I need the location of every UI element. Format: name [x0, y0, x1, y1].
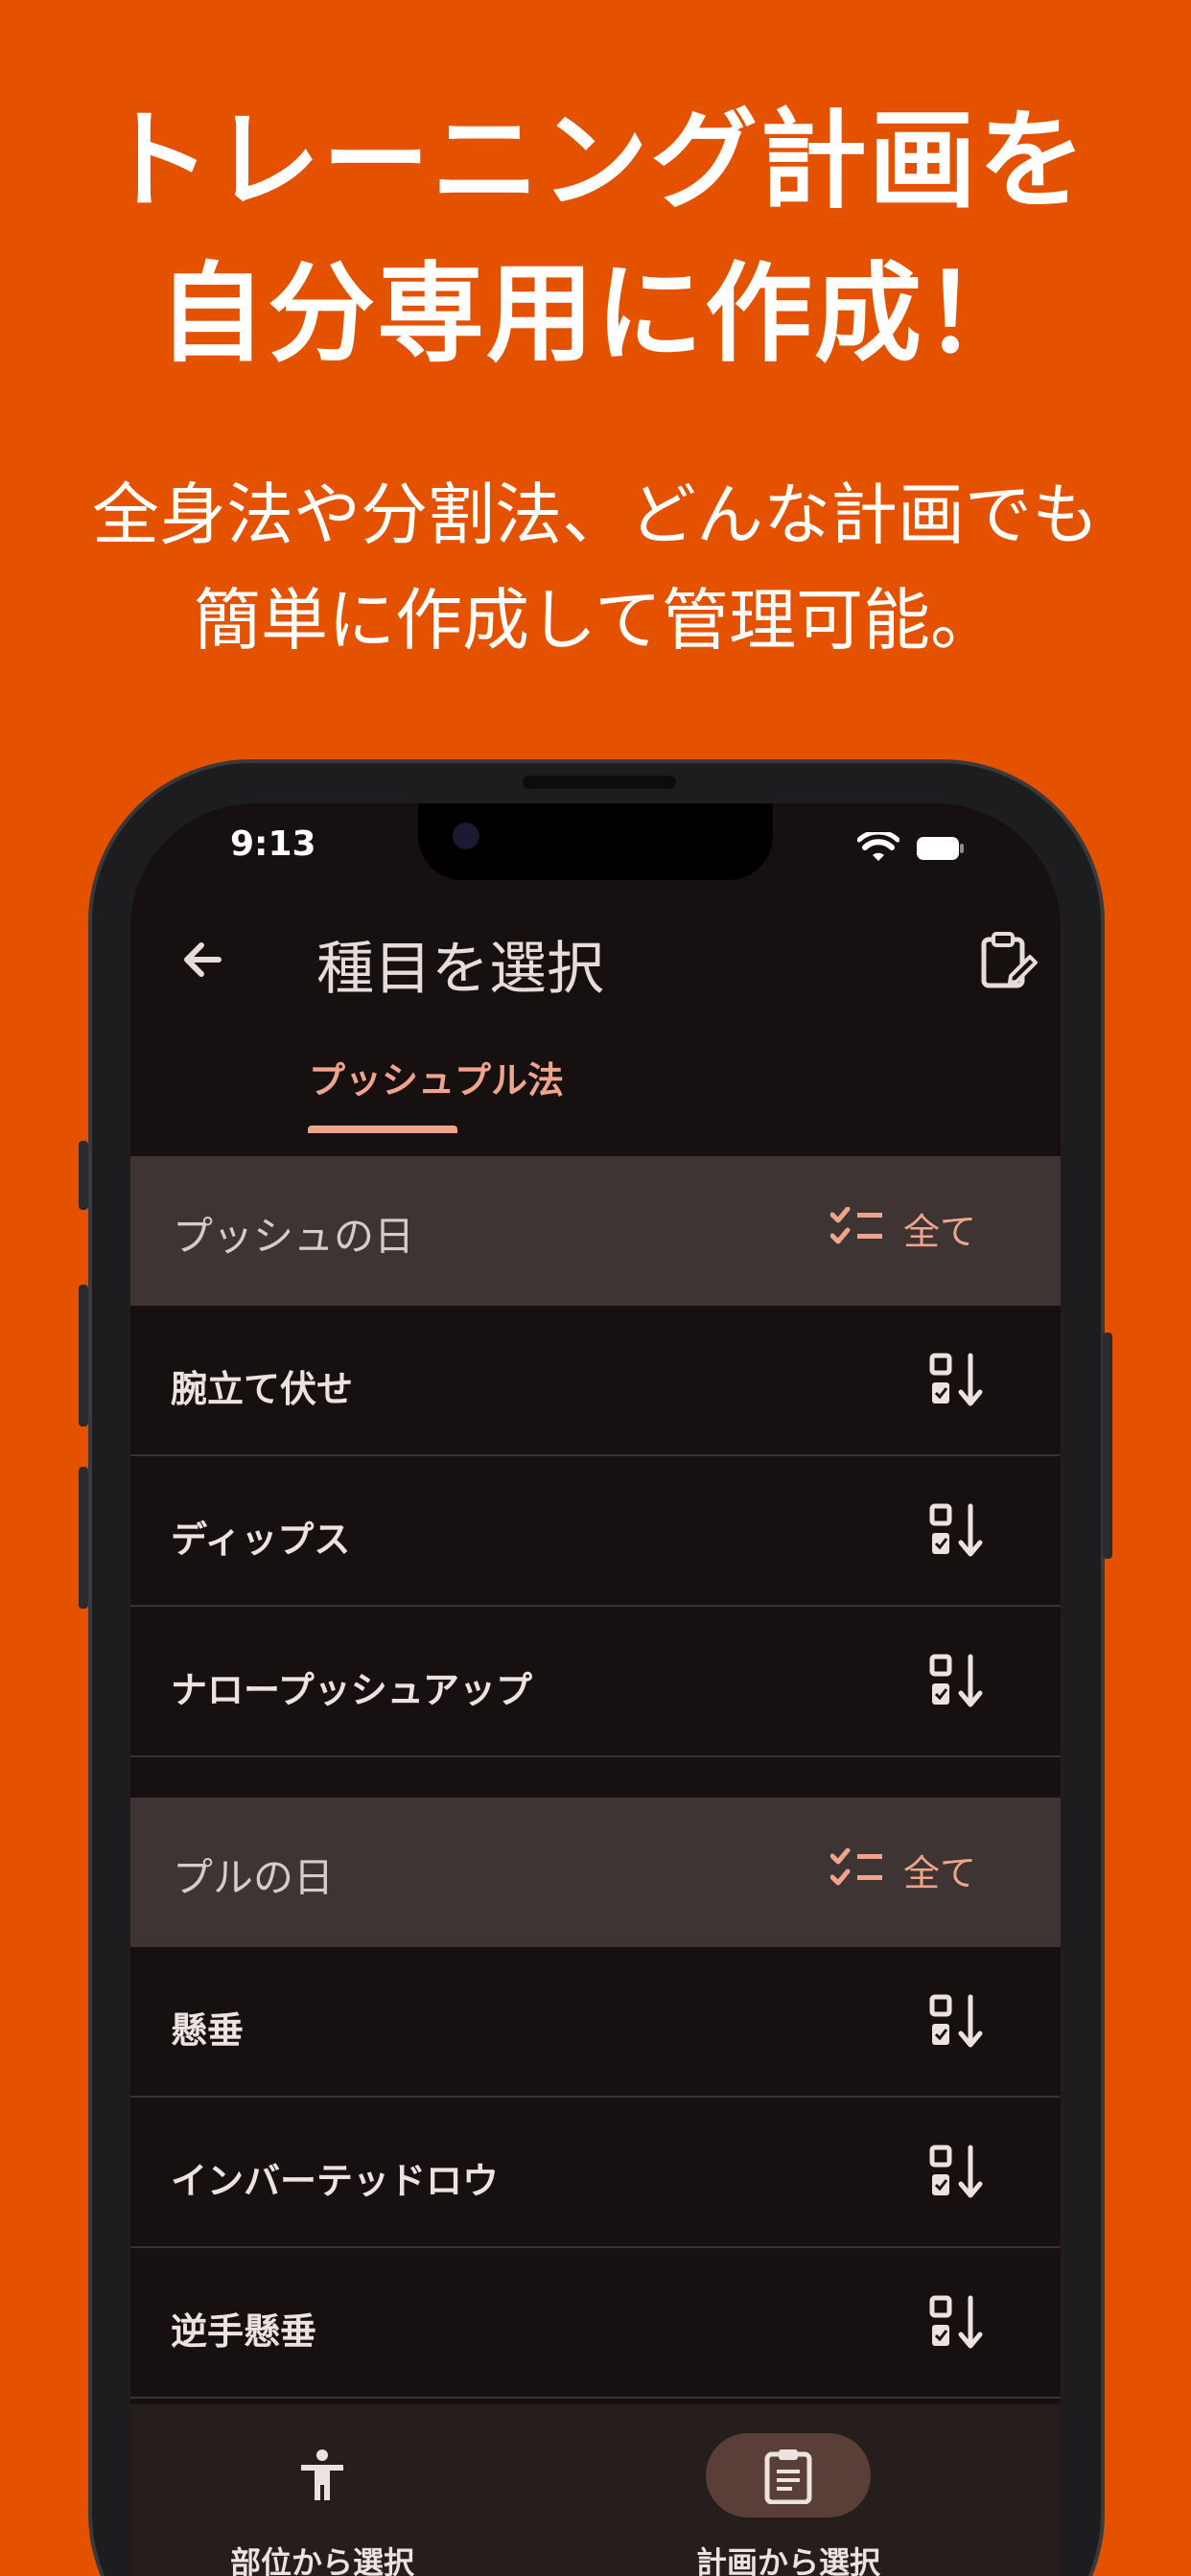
phone-mute-switch: [79, 1141, 88, 1210]
back-arrow-icon[interactable]: [169, 926, 236, 993]
promo-subline-line-2: 簡単に作成して管理可能。: [194, 581, 997, 660]
page-title: 種目を選択: [316, 936, 604, 1003]
select-all-label: 全て: [902, 1211, 976, 1253]
exercise-name: ディップス: [171, 1519, 351, 1561]
exercise-name: ナロープッシュアップ: [171, 1669, 532, 1711]
person-icon: [301, 2449, 343, 2500]
reorder-checklist-icon[interactable]: [928, 1352, 986, 1409]
bottom-navigation: 部位から選択 計画から選択: [130, 2404, 1061, 2576]
checklist-icon: [829, 1847, 882, 1885]
clipboard-icon: [764, 2449, 812, 2504]
app-screen: 9:13 種目を選択 プッシュプル法 プッシュの日 全て 腕立て伏せ ディップス…: [130, 803, 1061, 2576]
phone-volume-down-button: [79, 1467, 88, 1609]
exercise-name: 懸垂: [171, 2009, 245, 2052]
nav-label: 計画から選択: [695, 2544, 880, 2576]
group-title: プルの日: [173, 1854, 335, 1901]
phone-volume-up-button: [79, 1285, 88, 1427]
checklist-icon: [829, 1206, 882, 1243]
reorder-checklist-icon[interactable]: [928, 1502, 986, 1560]
exercise-name: 腕立て伏せ: [171, 1368, 354, 1410]
list-item[interactable]: 腕立て伏せ: [130, 1306, 1061, 1456]
nav-pill-active: [706, 2433, 871, 2518]
promo-headline-line-1: トレーニング計画を: [104, 99, 1087, 223]
promo-headline: トレーニング計画を 自分専用に作成！: [0, 84, 1191, 391]
front-camera: [453, 823, 479, 849]
group-header-push: プッシュの日 全て: [130, 1156, 1061, 1306]
nav-label: 部位から選択: [229, 2544, 414, 2576]
list-item[interactable]: ナロープッシュアップ: [130, 1607, 1061, 1757]
phone-power-button: [1103, 1333, 1112, 1559]
select-all-button[interactable]: 全て: [829, 1202, 976, 1255]
clipboard-edit-icon[interactable]: [974, 926, 1041, 993]
group-title: プッシュの日: [173, 1213, 415, 1260]
status-time: 9:13: [230, 824, 316, 864]
tab-push-pull[interactable]: プッシュプル法: [309, 1051, 564, 1103]
list-item[interactable]: 逆手懸垂: [130, 2248, 1061, 2399]
list-item[interactable]: ディップス: [130, 1456, 1061, 1607]
reorder-checklist-icon[interactable]: [928, 1993, 986, 2051]
promo-subline: 全身法や分割法、どんな計画でも 簡単に作成して管理可能。: [0, 462, 1191, 673]
battery-icon: [917, 837, 964, 860]
promo-headline-line-2: 自分専用に作成！: [158, 252, 1033, 377]
promo-subline-line-1: 全身法や分割法、どんな計画でも: [92, 476, 1099, 554]
tab-bar: プッシュプル法: [130, 1033, 1061, 1141]
wifi-icon: [857, 832, 899, 861]
phone-speaker: [523, 776, 676, 789]
reorder-checklist-icon[interactable]: [928, 2294, 986, 2352]
select-all-label: 全て: [902, 1852, 976, 1894]
nav-select-by-body-part[interactable]: 部位から選択: [130, 2433, 514, 2576]
reorder-checklist-icon[interactable]: [928, 2144, 986, 2201]
list-item[interactable]: インバーテッドロウ: [130, 2098, 1061, 2248]
exercise-name: 逆手懸垂: [171, 2310, 317, 2353]
group-header-pull: プルの日 全て: [130, 1798, 1061, 1947]
list-item[interactable]: 懸垂: [130, 1947, 1061, 2098]
app-bar: 種目を選択: [130, 899, 1061, 1024]
status-icons: [857, 832, 965, 865]
exercise-name: インバーテッドロウ: [171, 2160, 500, 2202]
tab-indicator: [308, 1126, 457, 1133]
select-all-button[interactable]: 全て: [829, 1844, 976, 1896]
exercise-list: プッシュの日 全て 腕立て伏せ ディップス ナロープッシュアップ プルの日 全て…: [130, 1156, 1061, 2399]
nav-select-by-plan[interactable]: 計画から選択: [596, 2433, 980, 2576]
reorder-checklist-icon[interactable]: [928, 1653, 986, 1710]
nav-pill: [240, 2433, 405, 2518]
